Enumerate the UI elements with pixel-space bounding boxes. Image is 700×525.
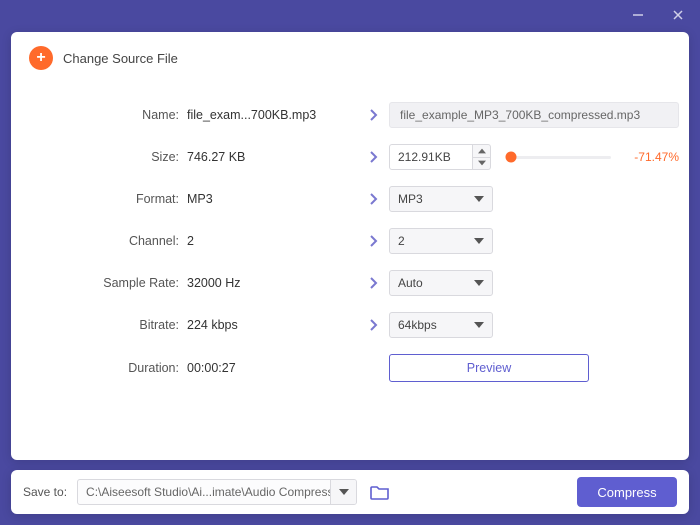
output-name-field[interactable]: file_example_MP3_700KB_compressed.mp3 <box>389 102 679 128</box>
save-path-text: C:\Aiseesoft Studio\Ai...imate\Audio Com… <box>78 480 330 504</box>
samplerate-selected: Auto <box>398 276 423 290</box>
bitrate-dropdown[interactable]: 64kbps <box>389 312 493 338</box>
spinner-up-button[interactable] <box>473 144 491 157</box>
format-label: Format: <box>37 192 187 206</box>
size-output-group: 212.91KB -71.47% <box>389 144 679 170</box>
size-spinner[interactable]: 212.91KB <box>389 144 491 170</box>
chevron-down-icon <box>474 322 484 328</box>
chevron-down-icon <box>474 196 484 202</box>
format-selected: MP3 <box>398 192 423 206</box>
properties-grid: Name: file_exam...700KB.mp3 file_example… <box>29 98 671 382</box>
channel-label: Channel: <box>37 234 187 248</box>
slider-thumb[interactable] <box>506 152 517 163</box>
preview-button[interactable]: Preview <box>389 354 589 382</box>
open-folder-button[interactable] <box>367 481 393 503</box>
channel-value: 2 <box>187 234 357 248</box>
samplerate-label: Sample Rate: <box>37 276 187 290</box>
arrow-icon <box>357 318 389 332</box>
size-percent: -71.47% <box>629 150 679 164</box>
name-value: file_exam...700KB.mp3 <box>187 108 357 122</box>
minimize-button[interactable] <box>624 1 652 29</box>
app-window: + Change Source File Name: file_exam...7… <box>0 0 700 525</box>
channel-dropdown[interactable]: 2 <box>389 228 493 254</box>
arrow-icon <box>357 192 389 206</box>
samplerate-dropdown[interactable]: Auto <box>389 270 493 296</box>
arrow-icon <box>357 108 389 122</box>
format-value: MP3 <box>187 192 357 206</box>
bitrate-selected: 64kbps <box>398 318 437 332</box>
chevron-down-icon <box>474 280 484 286</box>
save-to-label: Save to: <box>23 485 67 499</box>
titlebar <box>0 0 700 30</box>
size-label: Size: <box>37 150 187 164</box>
channel-selected: 2 <box>398 234 405 248</box>
close-button[interactable] <box>664 1 692 29</box>
save-path-drop-button[interactable] <box>330 480 356 504</box>
size-slider[interactable] <box>507 150 611 164</box>
samplerate-value: 32000 Hz <box>187 276 357 290</box>
arrow-icon <box>357 234 389 248</box>
bitrate-label: Bitrate: <box>37 318 187 332</box>
slider-track <box>507 156 611 159</box>
chevron-down-icon <box>339 489 349 495</box>
bitrate-value: 224 kbps <box>187 318 357 332</box>
change-source-label: Change Source File <box>63 51 178 66</box>
plus-icon: + <box>29 46 53 70</box>
format-dropdown[interactable]: MP3 <box>389 186 493 212</box>
arrow-icon <box>357 150 389 164</box>
save-path-dropdown[interactable]: C:\Aiseesoft Studio\Ai...imate\Audio Com… <box>77 479 357 505</box>
duration-label: Duration: <box>37 361 187 375</box>
arrow-icon <box>357 276 389 290</box>
spinner-down-button[interactable] <box>473 157 491 171</box>
size-output-value: 212.91KB <box>389 144 473 170</box>
main-panel: + Change Source File Name: file_exam...7… <box>11 32 689 460</box>
chevron-down-icon <box>474 238 484 244</box>
footer-bar: Save to: C:\Aiseesoft Studio\Ai...imate\… <box>11 470 689 514</box>
name-label: Name: <box>37 108 187 122</box>
duration-value: 00:00:27 <box>187 361 357 375</box>
change-source-row[interactable]: + Change Source File <box>29 46 671 70</box>
size-value: 746.27 KB <box>187 150 357 164</box>
compress-button[interactable]: Compress <box>577 477 677 507</box>
